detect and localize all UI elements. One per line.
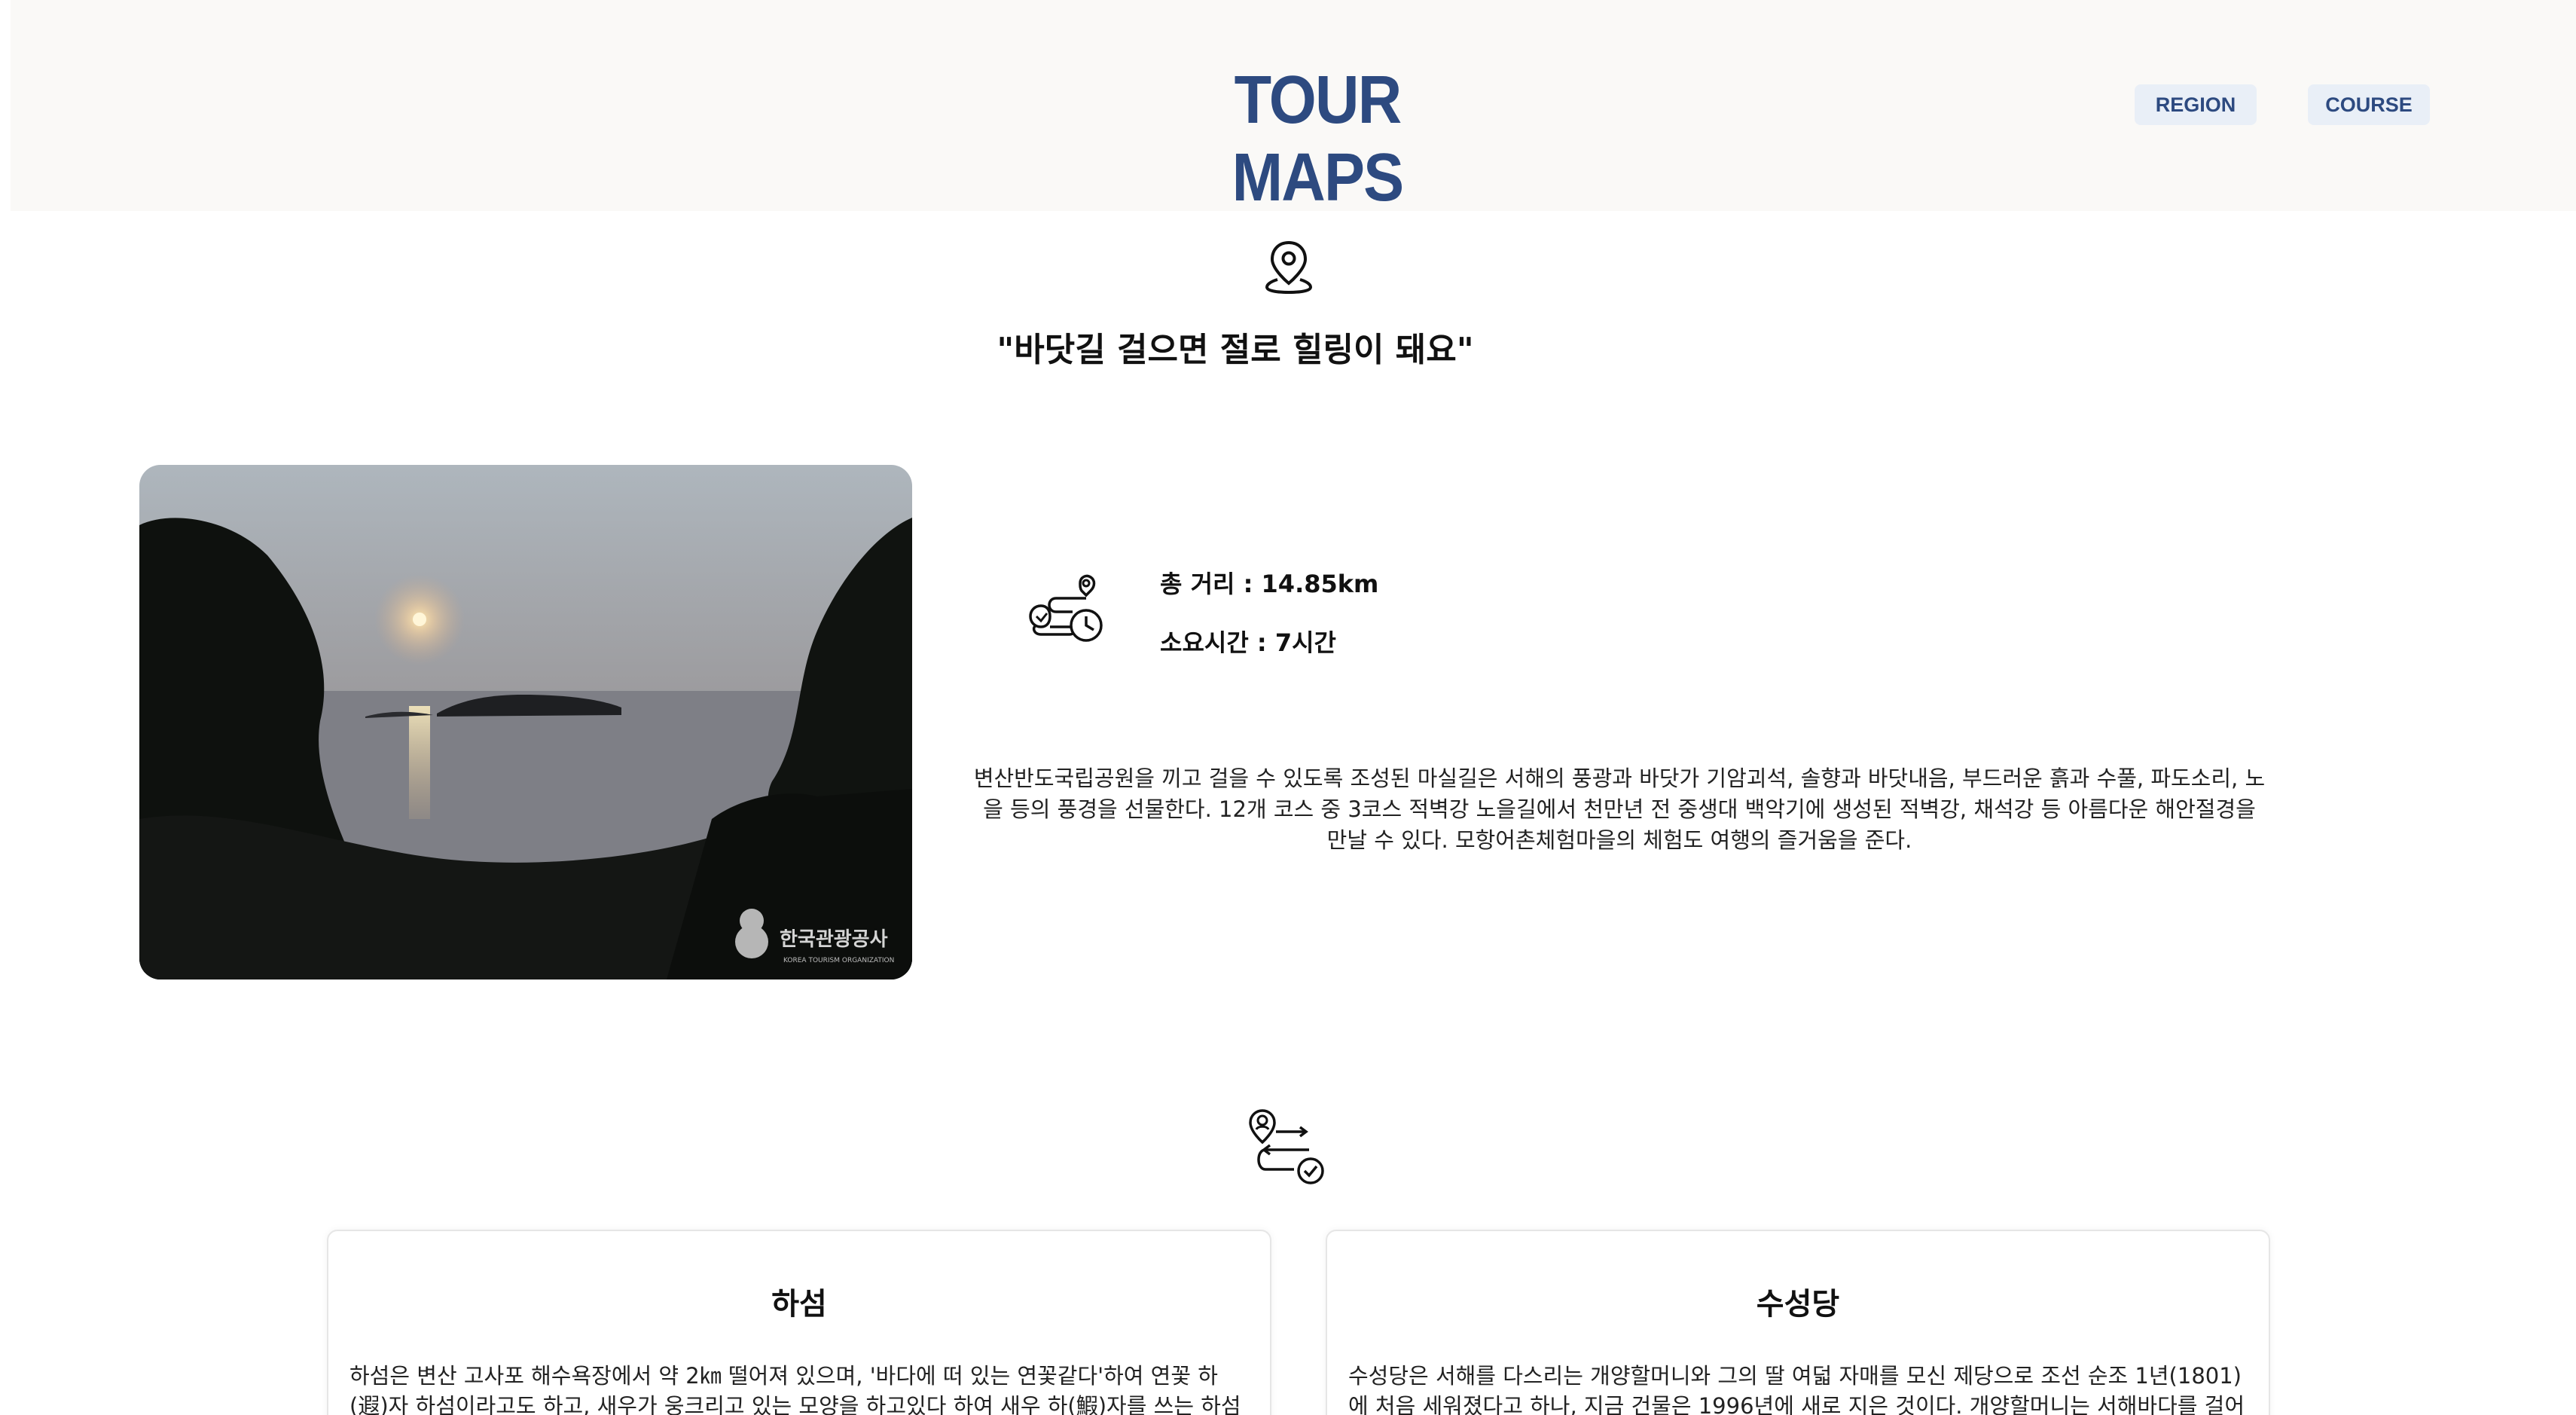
duration: 소요시간 : 7시간: [1160, 628, 1336, 657]
course-card[interactable]: 수성당 수성당은 서해를 다스리는 개양할머니와 그의 딸 여덟 자매를 모신 …: [1326, 1230, 2270, 1415]
watermark-subtext: KOREA TOURISM ORGANIZATION: [783, 957, 894, 964]
total-distance: 총 거리 : 14.85km: [1160, 570, 1379, 598]
map-pin-icon: [1265, 240, 1313, 295]
page-tagline: "바닷길 걸으면 절로 힐링이 돼요": [997, 331, 1474, 369]
header: TOUR MAPS REGION COURSE: [11, 0, 2576, 215]
sunset-sea-photo: 한국관광공사 KOREA TOURISM ORGANIZATION: [139, 465, 912, 979]
course-description: 변산반도국립공원을 끼고 걸을 수 있도록 조성된 마실길은 서해의 풍광과 바…: [973, 766, 2266, 853]
course-card-title: 하섬: [771, 1287, 827, 1322]
course-card-title: 수성당: [1756, 1287, 1840, 1322]
course-card-text: 수성당은 서해를 다스리는 개양할머니와 그의 딸 여덟 자매를 모신 제당으로…: [1348, 1363, 2245, 1415]
nav-region-button[interactable]: REGION: [2135, 84, 2257, 125]
course-card-text: 하섬은 변산 고사포 해수욕장에서 약 2㎞ 떨어져 있으며, '바다에 떠 있…: [349, 1363, 1241, 1415]
nav-course-button[interactable]: COURSE: [2308, 84, 2430, 125]
course-route-icon: [1249, 1109, 1324, 1184]
watermark-text: 한국관광공사: [780, 928, 888, 951]
site-logo[interactable]: TOUR MAPS: [1158, 62, 1477, 217]
course-card[interactable]: 하섬 하섬은 변산 고사포 해수욕장에서 약 2㎞ 떨어져 있으며, '바다에 …: [327, 1230, 1271, 1415]
route-clock-icon: [1029, 574, 1103, 642]
